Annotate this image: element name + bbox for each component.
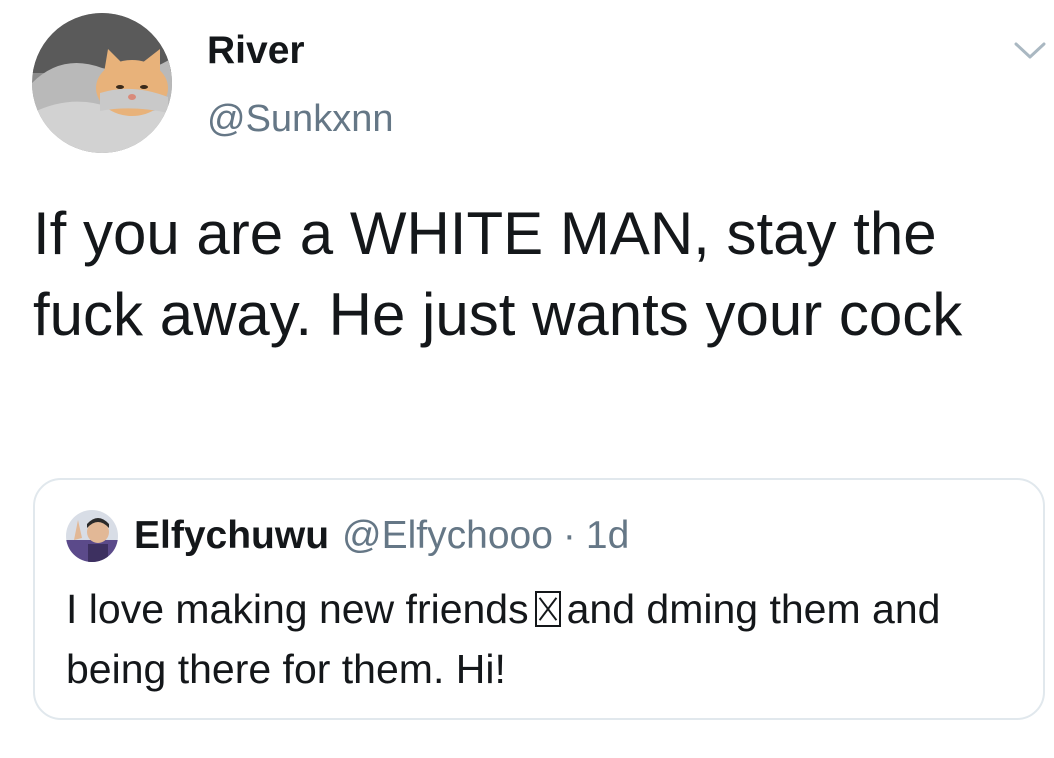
missing-glyph-icon xyxy=(534,591,561,627)
separator-dot: · xyxy=(562,514,576,557)
tweet-text: If you are a WHITE MAN, stay the fuck aw… xyxy=(33,200,963,348)
chevron-down-icon xyxy=(1014,42,1046,59)
quoted-text-part-1: I love making new friends xyxy=(66,586,529,632)
quoted-author-avatar xyxy=(66,510,118,562)
author-handle[interactable]: @Sunkxnn xyxy=(207,96,393,142)
author-avatar[interactable] xyxy=(32,13,172,153)
tweet-menu-button[interactable] xyxy=(1013,40,1047,62)
quoted-author-handle: @Elfychooo xyxy=(342,514,553,557)
quoted-tweet-text: I love making new friends and dming them … xyxy=(66,579,1026,699)
quoted-tweet-time: 1d xyxy=(585,514,630,557)
person-photo-avatar-icon xyxy=(66,510,118,562)
quoted-tweet-card[interactable]: Elfychuwu @Elfychooo · 1d I love making … xyxy=(33,478,1045,720)
author-name[interactable]: River xyxy=(207,28,305,74)
quoted-author-name: Elfychuwu xyxy=(134,514,330,557)
cat-photo-avatar-icon xyxy=(32,13,172,153)
quoted-tweet-header: Elfychuwu @Elfychooo · 1d xyxy=(66,510,629,562)
